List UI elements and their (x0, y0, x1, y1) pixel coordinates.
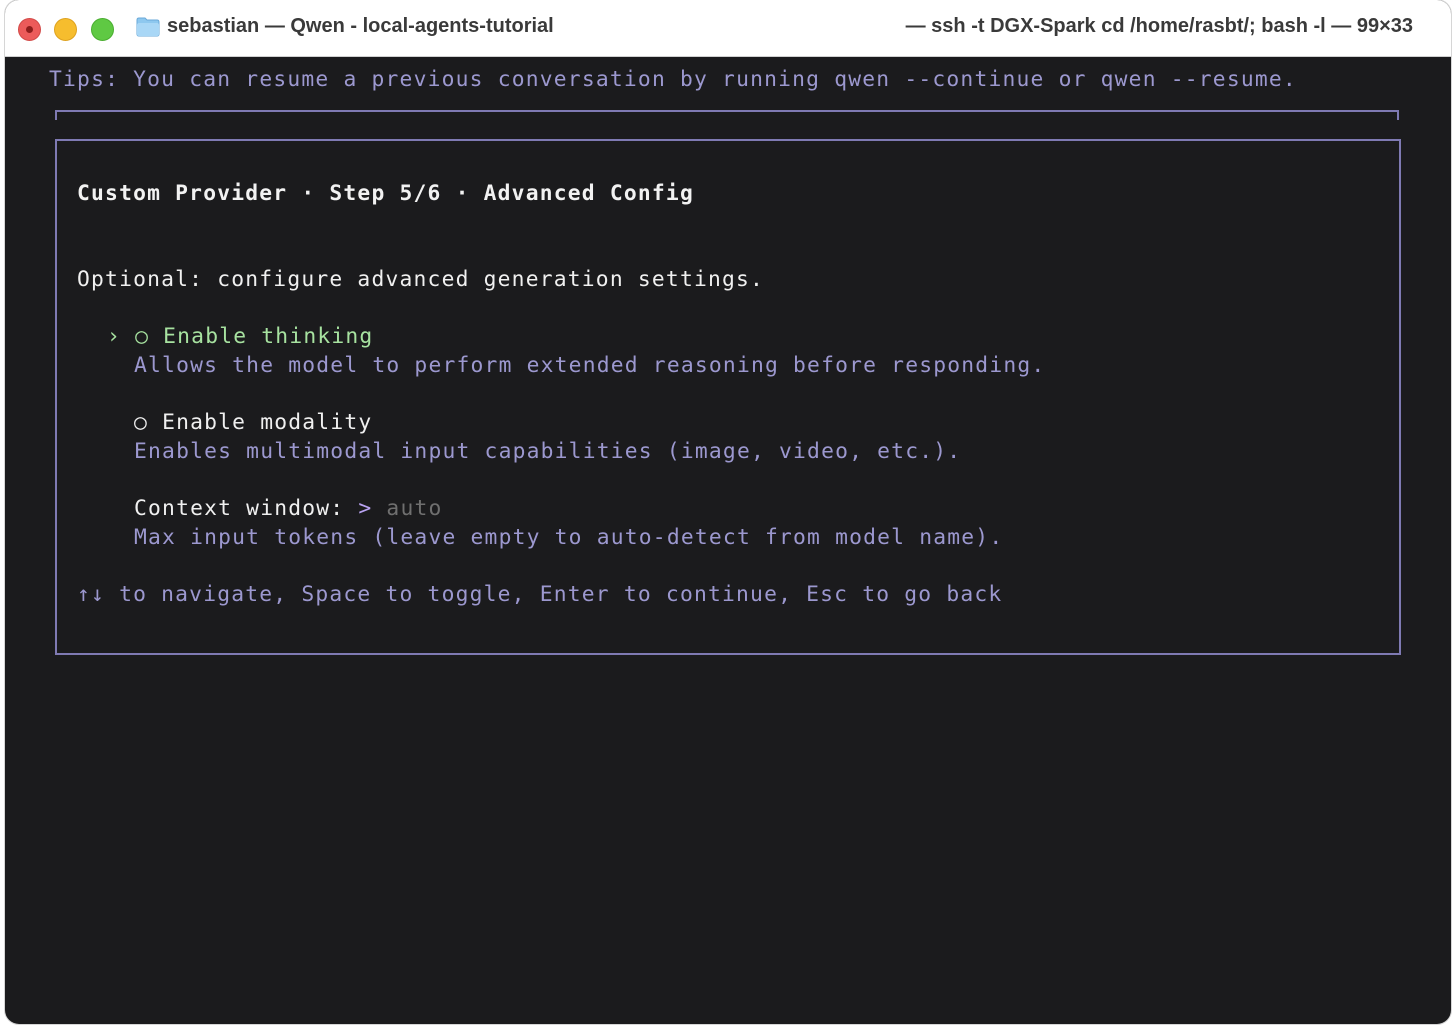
context-window-label: Context window: (134, 496, 359, 521)
terminal-content: Tips: You can resume a previous conversa… (5, 57, 1451, 1024)
selection-cursor-icon: › (107, 324, 122, 349)
folder-icon (136, 17, 160, 37)
context-window-description: Max input tokens (leave empty to auto-de… (134, 525, 1004, 550)
tips-text: Tips: You can resume a previous conversa… (49, 67, 1297, 92)
config-panel (55, 139, 1401, 655)
option-label: Enable thinking (163, 324, 374, 349)
close-window-button[interactable] (18, 18, 41, 41)
window-command-title: — ssh -t DGX-Spark cd /home/rasbt/; bash… (905, 15, 1413, 37)
previous-panel-border (55, 110, 1399, 120)
option-description: Enables multimodal input capabilities (i… (134, 439, 962, 464)
window-title: sebastian — Qwen - local-agents-tutorial (167, 15, 554, 37)
prompt-icon: > (358, 496, 373, 521)
panel-heading: Custom Provider · Step 5/6 · Advanced Co… (77, 181, 694, 206)
radio-icon[interactable]: ○ (134, 410, 148, 435)
option-label: Enable modality (162, 410, 373, 435)
context-window-field[interactable]: Context window: > auto (134, 496, 443, 521)
option-enable-thinking[interactable]: › ○ Enable thinking (107, 324, 373, 349)
option-enable-modality[interactable]: ○ Enable modality (134, 410, 372, 435)
maximize-window-button[interactable] (91, 18, 114, 41)
option-description: Allows the model to perform extended rea… (134, 353, 1046, 378)
radio-icon[interactable]: ○ (135, 324, 149, 349)
panel-intro: Optional: configure advanced generation … (77, 267, 765, 292)
minimize-window-button[interactable] (54, 18, 77, 41)
context-window-input[interactable]: auto (386, 496, 442, 521)
title-bar: sebastian — Qwen - local-agents-tutorial… (5, 0, 1451, 57)
help-text: ↑↓ to navigate, Space to toggle, Enter t… (77, 582, 1003, 607)
terminal-window: sebastian — Qwen - local-agents-tutorial… (5, 0, 1451, 1024)
